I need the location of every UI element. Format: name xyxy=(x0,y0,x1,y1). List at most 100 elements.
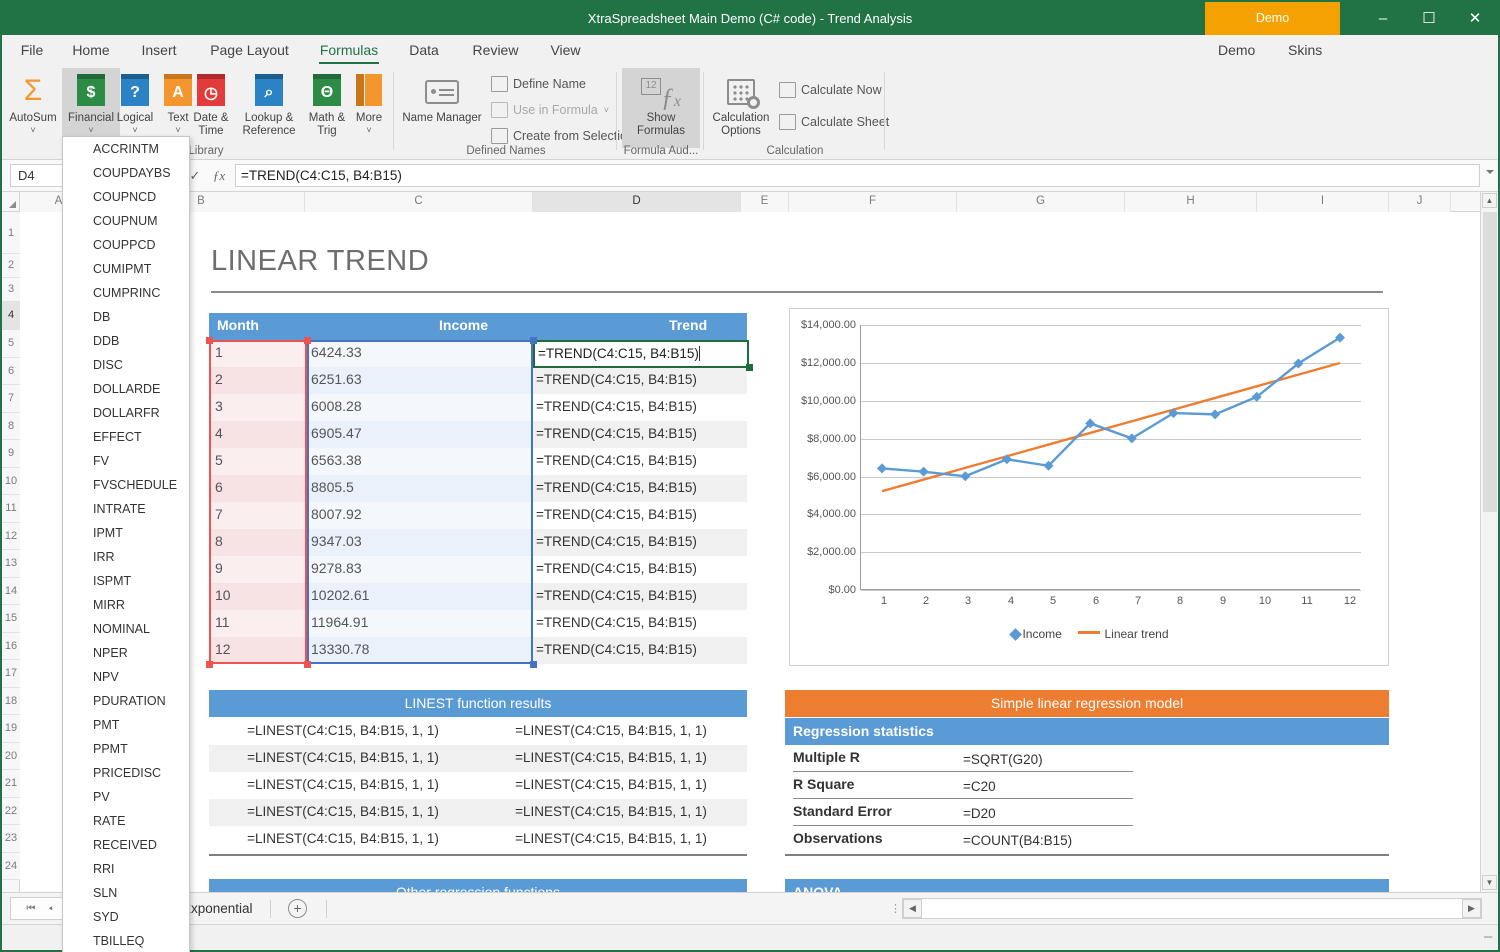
column-header-f[interactable]: F xyxy=(789,192,957,212)
column-header-g[interactable]: G xyxy=(957,192,1125,212)
menu-item-effect[interactable]: EFFECT xyxy=(63,425,189,449)
row-header-24[interactable]: 24 xyxy=(2,853,20,880)
column-header-d[interactable]: D xyxy=(533,192,741,212)
cell-income[interactable]: 8805.5 xyxy=(305,475,533,502)
formula-input[interactable]: =TREND(C4:C15, B4:B15) xyxy=(235,164,1480,187)
menu-item-syd[interactable]: SYD xyxy=(63,905,189,929)
column-header-h[interactable]: H xyxy=(1125,192,1257,212)
table-row[interactable]: 8 9347.03 =TREND(C4:C15, B4:B15) xyxy=(209,529,747,556)
table-row[interactable]: 7 8007.92 =TREND(C4:C15, B4:B15) xyxy=(209,502,747,529)
menu-item-npv[interactable]: NPV xyxy=(63,665,189,689)
cell-month[interactable]: 11 xyxy=(209,610,305,637)
scroll-down-button[interactable]: ▼ xyxy=(1482,875,1497,890)
cell-trend[interactable]: =TREND(C4:C15, B4:B15) xyxy=(533,421,747,448)
tab-file[interactable]: File xyxy=(10,35,54,66)
more-functions-button[interactable]: More ˅ xyxy=(348,68,390,148)
menu-item-disc[interactable]: DISC xyxy=(63,353,189,377)
row-header-18[interactable]: 18 xyxy=(2,688,20,715)
row-header-13[interactable]: 13 xyxy=(2,550,20,578)
scroll-right-button[interactable]: ▶ xyxy=(1462,899,1481,918)
row-header-23[interactable]: 23 xyxy=(2,825,20,853)
tab-demo[interactable]: Demo xyxy=(1218,35,1255,66)
table-row[interactable]: 10 10202.61 =TREND(C4:C15, B4:B15) xyxy=(209,583,747,610)
row-header-12[interactable]: 12 xyxy=(2,523,20,550)
linest-cell[interactable]: =LINEST(C4:C15, B4:B15, 1, 1) xyxy=(209,745,477,771)
cell-editor[interactable]: =TREND(C4:C15, B4:B15) xyxy=(535,342,747,366)
minimize-button[interactable]: – xyxy=(1360,2,1406,35)
selection-handle[interactable] xyxy=(206,661,213,668)
show-formulas-button[interactable]: 12ƒx Show Formulas xyxy=(622,68,700,148)
table-row[interactable]: 11 11964.91 =TREND(C4:C15, B4:B15) xyxy=(209,610,747,637)
selection-handle[interactable] xyxy=(530,661,537,668)
row-header-1[interactable]: 1 xyxy=(2,212,20,254)
scroll-left-button[interactable]: ◀ xyxy=(903,899,922,918)
row-header-4[interactable]: 4 xyxy=(2,302,20,330)
use-in-formula-button[interactable]: Use in Formula ˅ xyxy=(489,98,613,122)
date-time-button[interactable]: ◷ Date & Time xyxy=(188,68,234,148)
menu-item-ispmt[interactable]: ISPMT xyxy=(63,569,189,593)
vertical-scrollbar[interactable]: ▲ ▼ xyxy=(1480,192,1498,892)
menu-item-dollarde[interactable]: DOLLARDE xyxy=(63,377,189,401)
cell-income[interactable]: 10202.61 xyxy=(305,583,533,610)
cell-trend[interactable]: =TREND(C4:C15, B4:B15) xyxy=(533,502,747,529)
cell-trend[interactable]: =TREND(C4:C15, B4:B15) xyxy=(533,583,747,610)
name-manager-button[interactable]: Name Manager xyxy=(397,68,487,148)
cell-month[interactable]: 4 xyxy=(209,421,305,448)
cell-month[interactable]: 8 xyxy=(209,529,305,556)
vertical-scroll-thumb[interactable] xyxy=(1483,212,1497,512)
cell-income[interactable]: 6251.63 xyxy=(305,367,533,394)
menu-item-pmt[interactable]: PMT xyxy=(63,713,189,737)
tab-page-layout[interactable]: Page Layout xyxy=(196,35,303,66)
tab-skins[interactable]: Skins xyxy=(1288,35,1322,66)
tab-insert[interactable]: Insert xyxy=(128,35,190,66)
menu-item-couppcd[interactable]: COUPPCD xyxy=(63,233,189,257)
selection-handle[interactable] xyxy=(530,337,537,344)
menu-item-nper[interactable]: NPER xyxy=(63,641,189,665)
stat-row-observations[interactable]: Observations =COUNT(B4:B15) xyxy=(785,826,1389,853)
cell-trend[interactable]: =TREND(C4:C15, B4:B15) xyxy=(533,448,747,475)
menu-item-ppmt[interactable]: PPMT xyxy=(63,737,189,761)
menu-item-mirr[interactable]: MIRR xyxy=(63,593,189,617)
add-sheet-button[interactable]: + xyxy=(288,899,307,918)
cell-trend[interactable]: =TREND(C4:C15, B4:B15) xyxy=(533,556,747,583)
stat-value[interactable]: =SQRT(G20) xyxy=(963,745,1043,774)
trend-chart[interactable]: $0.00 $2,000.00 $4,000.00 $6,000.00 $8,0… xyxy=(789,308,1389,666)
menu-item-intrate[interactable]: INTRATE xyxy=(63,497,189,521)
stat-value[interactable]: =COUNT(B4:B15) xyxy=(963,826,1072,855)
cell-trend[interactable]: =TREND(C4:C15, B4:B15) xyxy=(533,367,747,394)
table-row[interactable]: 6 8805.5 =TREND(C4:C15, B4:B15) xyxy=(209,475,747,502)
menu-item-pricedisc[interactable]: PRICEDISC xyxy=(63,761,189,785)
menu-item-accrintm[interactable]: ACCRINTM xyxy=(63,137,189,161)
table-row[interactable]: 9 9278.83 =TREND(C4:C15, B4:B15) xyxy=(209,556,747,583)
cell-month[interactable]: 5 xyxy=(209,448,305,475)
linest-row[interactable]: =LINEST(C4:C15, B4:B15, 1, 1) =LINEST(C4… xyxy=(209,772,747,799)
cell-income[interactable]: 6563.38 xyxy=(305,448,533,475)
row-header-21[interactable]: 21 xyxy=(2,770,20,798)
cell-trend[interactable]: =TREND(C4:C15, B4:B15) xyxy=(533,529,747,556)
menu-item-tbilleq[interactable]: TBILLEQ xyxy=(63,929,189,952)
linest-cell[interactable]: =LINEST(C4:C15, B4:B15, 1, 1) xyxy=(477,826,745,852)
menu-item-pduration[interactable]: PDURATION xyxy=(63,689,189,713)
menu-item-coupnum[interactable]: COUPNUM xyxy=(63,209,189,233)
table-row[interactable]: 12 13330.78 =TREND(C4:C15, B4:B15) xyxy=(209,637,747,664)
linest-row[interactable]: =LINEST(C4:C15, B4:B15, 1, 1) =LINEST(C4… xyxy=(209,718,747,745)
cell-income[interactable]: 11964.91 xyxy=(305,610,533,637)
linest-cell[interactable]: =LINEST(C4:C15, B4:B15, 1, 1) xyxy=(477,799,745,825)
row-header-3[interactable]: 3 xyxy=(2,278,20,302)
row-header-22[interactable]: 22 xyxy=(2,798,20,825)
menu-item-nominal[interactable]: NOMINAL xyxy=(63,617,189,641)
row-header-5[interactable]: 5 xyxy=(2,330,20,358)
cell-income[interactable]: 6905.47 xyxy=(305,421,533,448)
menu-item-rri[interactable]: RRI xyxy=(63,857,189,881)
row-header-15[interactable]: 15 xyxy=(2,605,20,633)
horizontal-scrollbar[interactable]: ◀ ▶ xyxy=(902,898,1482,919)
column-header-e[interactable]: E xyxy=(741,192,789,212)
cell-month[interactable]: 3 xyxy=(209,394,305,421)
cell-income[interactable]: 6424.33 xyxy=(305,340,533,367)
financial-functions-menu[interactable]: ACCRINTMCOUPDAYBSCOUPNCDCOUPNUMCOUPPCDCU… xyxy=(62,136,190,952)
menu-item-fvschedule[interactable]: FVSCHEDULE xyxy=(63,473,189,497)
table-row[interactable]: 5 6563.38 =TREND(C4:C15, B4:B15) xyxy=(209,448,747,475)
linest-row[interactable]: =LINEST(C4:C15, B4:B15, 1, 1) =LINEST(C4… xyxy=(209,745,747,772)
maximize-button[interactable]: ☐ xyxy=(1406,2,1452,35)
calculate-now-button[interactable]: Calculate Now xyxy=(777,78,883,102)
